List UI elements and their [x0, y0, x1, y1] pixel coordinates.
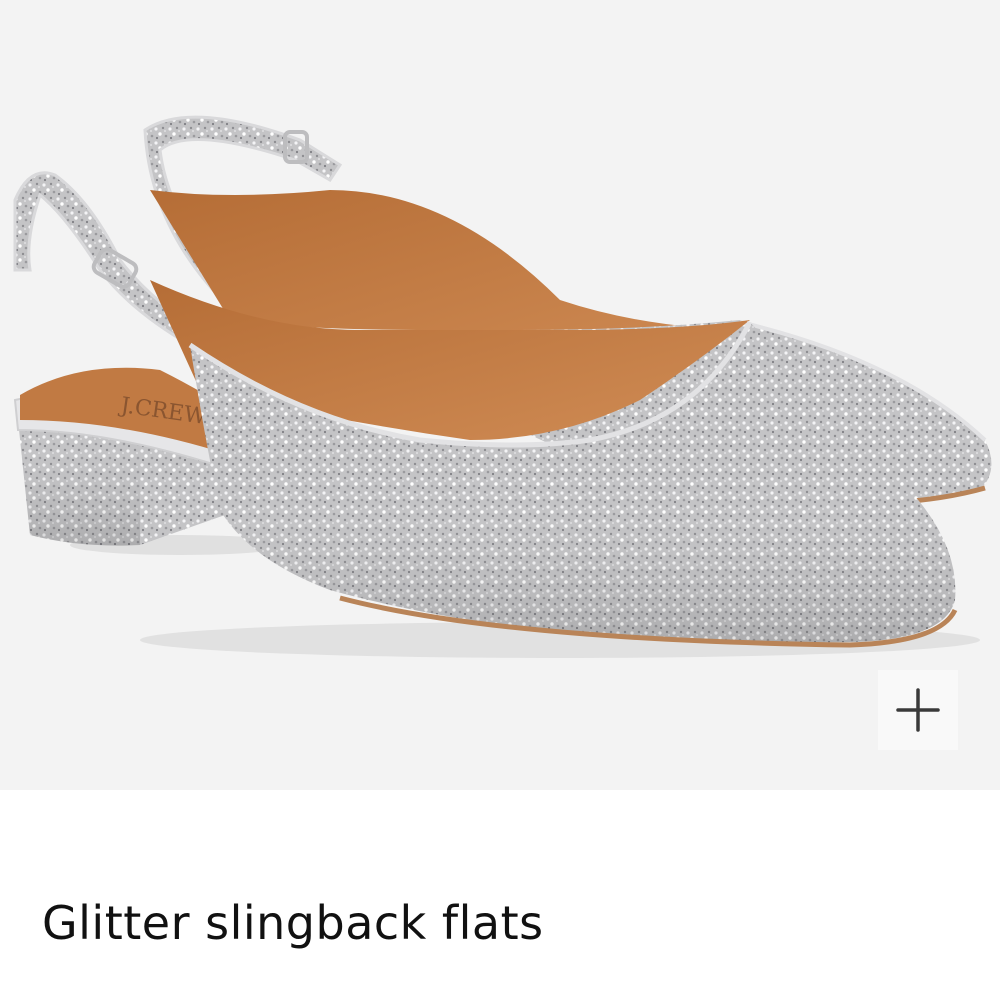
product-card: J.CREW Glitter slingback flats: [0, 0, 1000, 1000]
plus-icon: [896, 688, 940, 732]
slingback-flats-illustration: J.CREW: [13, 115, 992, 658]
zoom-button[interactable]: [878, 670, 958, 750]
product-title[interactable]: Glitter slingback flats: [42, 898, 544, 949]
product-image[interactable]: J.CREW: [0, 0, 1000, 790]
